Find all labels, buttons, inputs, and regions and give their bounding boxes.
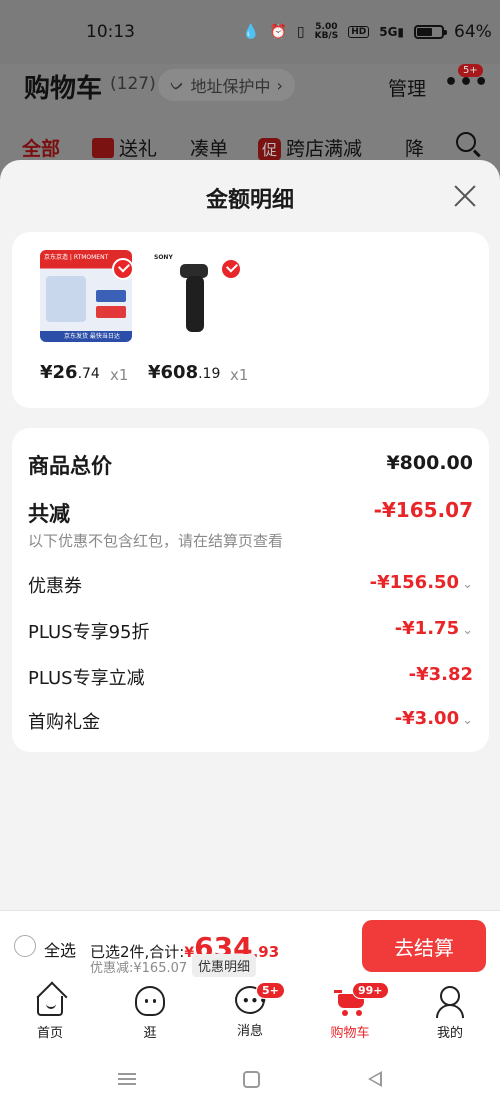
system-nav-bar <box>0 1046 500 1111</box>
tab-profile[interactable]: 我的 <box>400 986 500 1041</box>
more-badge: 5+ <box>458 64 483 77</box>
tab-browse[interactable]: 逛 <box>100 986 200 1041</box>
tab-home[interactable]: 首页 <box>0 981 100 1041</box>
gift-icon <box>92 138 114 158</box>
signal-icon: 5G▮ <box>379 25 405 39</box>
cart-header: 购物车 (127) ᨆ 地址保护中 › 管理 ••• 5+ <box>0 64 500 120</box>
selected-check-icon <box>220 258 242 280</box>
back-icon[interactable] <box>368 1071 382 1087</box>
status-icons: 💧 ⏰ ▯ 5.00 KB/S HD 5G▮ 64% <box>242 22 492 42</box>
browse-face-icon <box>135 986 165 1016</box>
profile-icon <box>433 986 467 1018</box>
home-nav-icon[interactable] <box>243 1071 260 1088</box>
sheet-title: 金额明细 <box>205 188 294 213</box>
price-breakdown-card: 商品总价 ¥800.00 共减 -¥165.07 以下优惠不包含红包，请在结算页… <box>12 428 489 752</box>
discount-item-row[interactable]: 优惠券 -¥156.50 ⌄ <box>28 572 473 598</box>
goods-total-label: 商品总价 <box>28 454 112 478</box>
select-all-label[interactable]: 全选 <box>44 937 76 961</box>
address-label: 地址保护中 <box>190 77 271 96</box>
shield-icon: ᨆ <box>170 75 185 94</box>
promo-icon: 促 <box>258 138 282 161</box>
tab-cart[interactable]: 99+ 购物车 <box>300 982 400 1041</box>
tab-bundle[interactable]: 凑单 <box>190 134 228 161</box>
hd-icon: HD <box>348 26 370 38</box>
network-speed: 5.00 KB/S <box>314 22 339 41</box>
battery-percent: 64% <box>454 22 492 42</box>
chevron-down-icon: ⌄ <box>462 713 473 728</box>
selected-check-icon <box>112 258 134 280</box>
tab-cross-store[interactable]: 促跨店满减 <box>258 134 362 161</box>
home-icon <box>36 981 68 1016</box>
total-discount-value: -¥165.07 <box>373 498 473 522</box>
product-qty: x1 <box>230 366 249 384</box>
product-item[interactable]: 京东京造 | RTMOMENT 京东发货 最快当日达 ¥26.74 x1 <box>40 250 136 384</box>
chevron-down-icon: ⌄ <box>462 623 473 638</box>
drop-icon: 💧 <box>242 24 260 40</box>
cart-count: (127) <box>110 74 156 94</box>
select-all-checkbox[interactable] <box>14 935 36 957</box>
status-time: 10:13 <box>86 22 135 42</box>
manage-button[interactable]: 管理 <box>388 74 426 101</box>
page-title: 购物车 <box>24 74 103 104</box>
message-badge: 5+ <box>256 982 285 999</box>
tab-messages[interactable]: ••• 5+ 消息 <box>200 982 300 1039</box>
discount-item-row[interactable]: 首购礼金 -¥3.00 ⌄ <box>28 708 473 734</box>
alarm-icon: ⏰ <box>269 24 287 40</box>
products-card: 京东京造 | RTMOMENT 京东发货 最快当日达 ¥26.74 x1 SON… <box>12 232 489 408</box>
goods-total-row: 商品总价 ¥800.00 <box>28 450 473 480</box>
recents-icon[interactable] <box>118 1073 136 1085</box>
tab-price-drop[interactable]: 降 <box>405 134 424 161</box>
product-qty: x1 <box>110 366 129 384</box>
goods-total-value: ¥800.00 <box>386 452 473 474</box>
total-discount-row: 共减 -¥165.07 以下优惠不包含红包，请在结算页查看 <box>28 498 473 551</box>
discount-value: -¥1.75 ⌄ <box>394 618 473 639</box>
discount-value: -¥3.00 ⌄ <box>394 708 473 729</box>
tab-gift[interactable]: 送礼 <box>92 134 157 161</box>
discount-summary: 优惠减:¥165.07 <box>90 961 188 976</box>
amount-detail-sheet: 金额明细 京东京造 | RTMOMENT 京东发货 最快当日达 ¥26.74 x… <box>0 160 500 910</box>
discount-item-row: PLUS专享立减 -¥3.82 <box>28 664 473 689</box>
discount-note: 以下优惠不包含红包，请在结算页查看 <box>28 532 284 550</box>
product-item[interactable]: SONY ¥608.19 x1 <box>148 250 248 384</box>
checkout-button[interactable]: 去结算 <box>362 920 486 972</box>
close-icon[interactable] <box>453 184 477 208</box>
search-icon[interactable] <box>456 132 476 152</box>
discount-detail-button[interactable]: 优惠明细 <box>192 954 257 977</box>
battery-icon <box>414 25 448 39</box>
checkout-bar: 全选 已选2件,合计:¥634.93 优惠减:¥165.07 优惠明细 去结算 <box>0 910 500 980</box>
discount-value: -¥156.50 ⌄ <box>369 572 473 593</box>
chevron-right-icon: › <box>276 75 283 95</box>
cart-badge: 99+ <box>352 982 389 999</box>
discount-item-row[interactable]: PLUS专享95折 -¥1.75 ⌄ <box>28 618 473 644</box>
status-bar: 10:13 💧 ⏰ ▯ 5.00 KB/S HD 5G▮ 64% <box>0 0 500 64</box>
address-protection-pill[interactable]: ᨆ 地址保护中 › <box>158 69 295 101</box>
vibrate-icon: ▯ <box>296 24 305 40</box>
discount-value: -¥3.82 <box>408 664 473 685</box>
chevron-down-icon: ⌄ <box>462 577 473 592</box>
tab-all[interactable]: 全部 <box>22 134 60 161</box>
bottom-tab-bar: 首页 逛 ••• 5+ 消息 99+ 购物车 我的 <box>0 980 500 1046</box>
